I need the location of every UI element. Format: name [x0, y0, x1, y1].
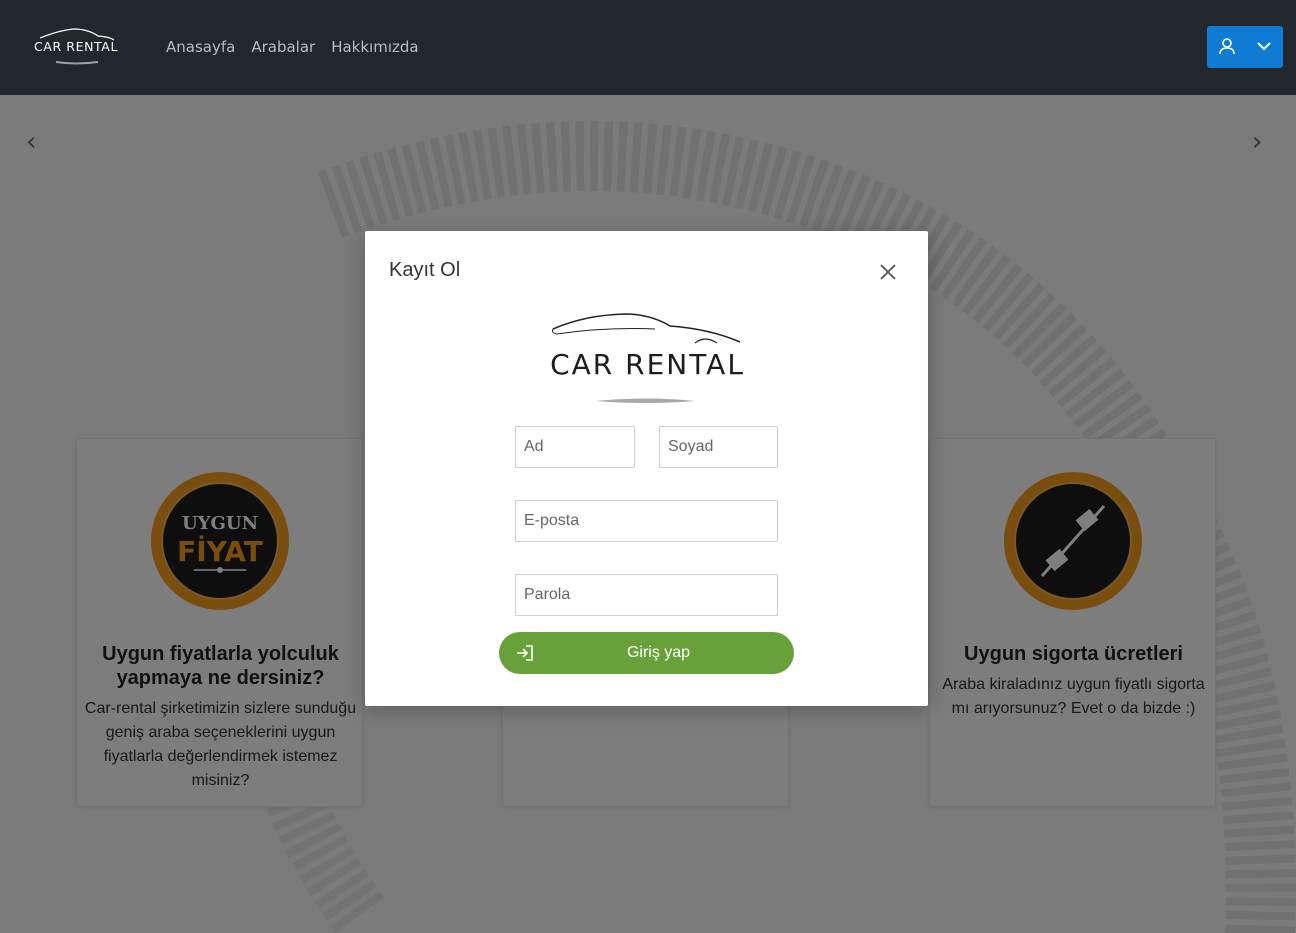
submit-label: Giriş yap [626, 644, 691, 661]
email-field[interactable] [515, 500, 778, 542]
nav-link-arabalar[interactable]: Arabalar [251, 38, 315, 56]
password-field[interactable] [515, 574, 778, 616]
nav-links: Anasayfa Arabalar Hakkımızda [166, 38, 419, 56]
brand-logo[interactable]: CAR RENTAL [30, 24, 122, 68]
user-menu-button[interactable] [1207, 26, 1283, 68]
first-name-field[interactable] [515, 426, 635, 468]
nav-link-hakkimizda[interactable]: Hakkımızda [331, 38, 418, 56]
nav-link-anasayfa[interactable]: Anasayfa [166, 38, 235, 56]
submit-button[interactable]: Giriş yap [499, 632, 794, 674]
modal-logo: CAR RENTAL [545, 309, 750, 409]
user-icon [1219, 38, 1235, 55]
logo-text: CAR RENTAL [550, 348, 745, 381]
navbar: CAR RENTAL Anasayfa Arabalar Hakkımızda [0, 0, 1296, 95]
close-icon[interactable] [877, 261, 899, 283]
modal-title: Kayıt Ol [389, 259, 461, 281]
last-name-field[interactable] [659, 426, 778, 468]
chevron-down-icon [1257, 42, 1271, 51]
register-modal: Kayıt Ol CAR RENTAL Giriş yap [365, 231, 928, 706]
brand-text: CAR RENTAL [33, 39, 119, 54]
